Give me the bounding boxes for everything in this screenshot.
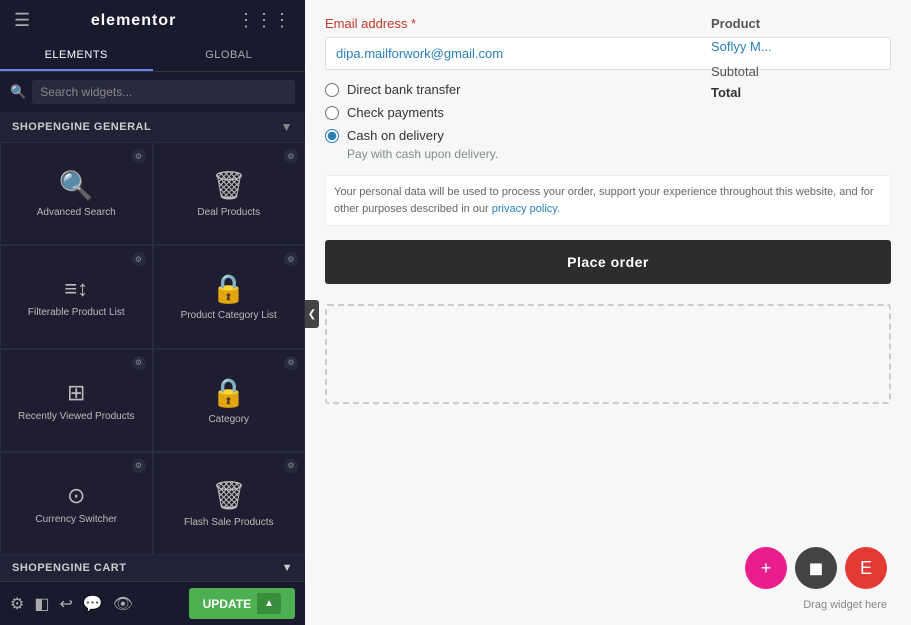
collapse-panel-button[interactable]: ❮	[305, 300, 319, 328]
left-panel: ☰ elementor ⋮⋮⋮ ELEMENTS GLOBAL 🔍 SHOPEN…	[0, 0, 305, 625]
right-content: Email address * dipa.mailforwork@gmail.c…	[305, 0, 911, 430]
widget-deal-products[interactable]: ⚙ 🗑 Deal Products	[153, 142, 306, 245]
history-icon[interactable]: ↩	[59, 594, 72, 614]
widget-flash-sale[interactable]: ⚙ 🗑 Flash Sale Products	[153, 452, 306, 555]
widget-flash-sale-label: Flash Sale Products	[184, 516, 274, 529]
dashed-drop-area	[325, 304, 891, 404]
deal-products-icon: 🗑	[211, 172, 247, 200]
drag-widget-label: Drag widget here	[305, 599, 911, 611]
brand-name: elementor	[91, 12, 176, 30]
panel-header: ☰ elementor ⋮⋮⋮	[0, 0, 305, 41]
privacy-policy-link[interactable]: privacy policy	[492, 203, 557, 215]
section-shopengine-general[interactable]: SHOPENGINE GENERAL ▼	[0, 112, 305, 142]
place-order-button[interactable]: Place order	[325, 240, 891, 284]
chevron-cart-icon: ▼	[282, 562, 293, 574]
radio-check[interactable]	[325, 106, 339, 120]
payment-cash-label: Cash on delivery	[347, 128, 444, 143]
fab-group: + ◼ E	[745, 547, 887, 589]
product-info-panel: Product Soflyy M... Subtotal Total	[711, 16, 911, 100]
widget-badge-7: ⚙	[132, 459, 146, 473]
widget-badge-2: ⚙	[284, 149, 298, 163]
widget-deal-products-label: Deal Products	[197, 206, 260, 219]
currency-switcher-icon: ⊙	[67, 485, 85, 507]
layers-icon[interactable]: ◧	[34, 594, 49, 614]
product-name: Soflyy M...	[711, 39, 911, 54]
section-shopengine-cart[interactable]: SHOPENGINE CART ▼	[0, 555, 305, 581]
tab-elements[interactable]: ELEMENTS	[0, 41, 153, 71]
widget-recently-viewed-label: Recently Viewed Products	[18, 410, 135, 423]
product-column-header: Product	[711, 16, 911, 31]
update-button[interactable]: UPDATE ▲	[189, 588, 295, 619]
tab-global[interactable]: GLOBAL	[153, 41, 306, 71]
widget-product-category-label: Product Category List	[181, 309, 277, 322]
filterable-product-list-icon: ≡↕	[64, 278, 88, 300]
search-input[interactable]	[32, 80, 295, 104]
bottom-bar-icons: ⚙ ◧ ↩ 💬 👁	[10, 594, 133, 614]
product-category-list-icon: 🔒	[211, 275, 246, 303]
grid-icon[interactable]: ⋮⋮⋮	[237, 10, 291, 31]
widget-currency-switcher[interactable]: ⚙ ⊙ Currency Switcher	[0, 452, 153, 555]
recently-viewed-icon: ⊞	[67, 382, 85, 404]
radio-bank-transfer[interactable]	[325, 83, 339, 97]
widget-advanced-search-label: Advanced Search	[37, 206, 116, 219]
widget-badge-8: ⚙	[284, 459, 298, 473]
hamburger-icon[interactable]: ☰	[14, 10, 30, 31]
payment-check[interactable]: Check payments	[325, 105, 891, 120]
settings-icon[interactable]: ⚙	[10, 594, 24, 614]
comments-icon[interactable]: 💬	[83, 594, 103, 614]
radio-cash[interactable]	[325, 129, 339, 143]
panel-tabs: ELEMENTS GLOBAL	[0, 41, 305, 72]
widget-advanced-search[interactable]: ⚙ 🔍 Advanced Search	[0, 142, 153, 245]
widget-filterable-label: Filterable Product List	[28, 306, 125, 319]
widget-badge-6: ⚙	[284, 356, 298, 370]
widget-badge-4: ⚙	[284, 252, 298, 266]
right-panel: Email address * dipa.mailforwork@gmail.c…	[305, 0, 911, 625]
payment-bank-label: Direct bank transfer	[347, 82, 460, 97]
widget-badge: ⚙	[132, 149, 146, 163]
category-icon: 🔒	[211, 379, 246, 407]
widget-category[interactable]: ⚙ 🔒 Category	[153, 349, 306, 452]
search-icon: 🔍	[10, 84, 26, 100]
payment-cash[interactable]: Cash on delivery	[325, 128, 891, 143]
preview-icon[interactable]: 👁	[113, 594, 133, 614]
chevron-down-icon: ▼	[281, 120, 293, 134]
widget-recently-viewed[interactable]: ⚙ ⊞ Recently Viewed Products	[0, 349, 153, 452]
subtotal-label: Subtotal	[711, 64, 911, 79]
total-label: Total	[711, 85, 911, 100]
flash-sale-icon: 🗑	[211, 482, 247, 510]
advanced-search-icon: 🔍	[59, 172, 94, 200]
section-cart-label: SHOPENGINE CART	[12, 562, 126, 574]
widget-badge-5: ⚙	[132, 356, 146, 370]
widget-badge-3: ⚙	[132, 252, 146, 266]
fab-add-button[interactable]: +	[745, 547, 787, 589]
bottom-bar: ⚙ ◧ ↩ 💬 👁 UPDATE ▲	[0, 581, 305, 625]
widget-currency-switcher-label: Currency Switcher	[35, 513, 117, 526]
payment-check-label: Check payments	[347, 105, 444, 120]
fab-edit-button[interactable]: E	[845, 547, 887, 589]
notice-text: Your personal data will be used to proce…	[325, 175, 891, 226]
payment-cash-desc: Pay with cash upon delivery.	[347, 147, 891, 161]
search-bar: 🔍	[0, 72, 305, 112]
widgets-grid: ⚙ 🔍 Advanced Search ⚙ 🗑 Deal Products ⚙ …	[0, 142, 305, 555]
widget-product-category-list[interactable]: ⚙ 🔒 Product Category List	[153, 245, 306, 348]
section-general-label: SHOPENGINE GENERAL	[12, 121, 151, 133]
fab-stop-button[interactable]: ◼	[795, 547, 837, 589]
widget-category-label: Category	[208, 413, 249, 426]
widget-filterable-product-list[interactable]: ⚙ ≡↕ Filterable Product List	[0, 245, 153, 348]
update-arrow-icon[interactable]: ▲	[257, 593, 281, 614]
